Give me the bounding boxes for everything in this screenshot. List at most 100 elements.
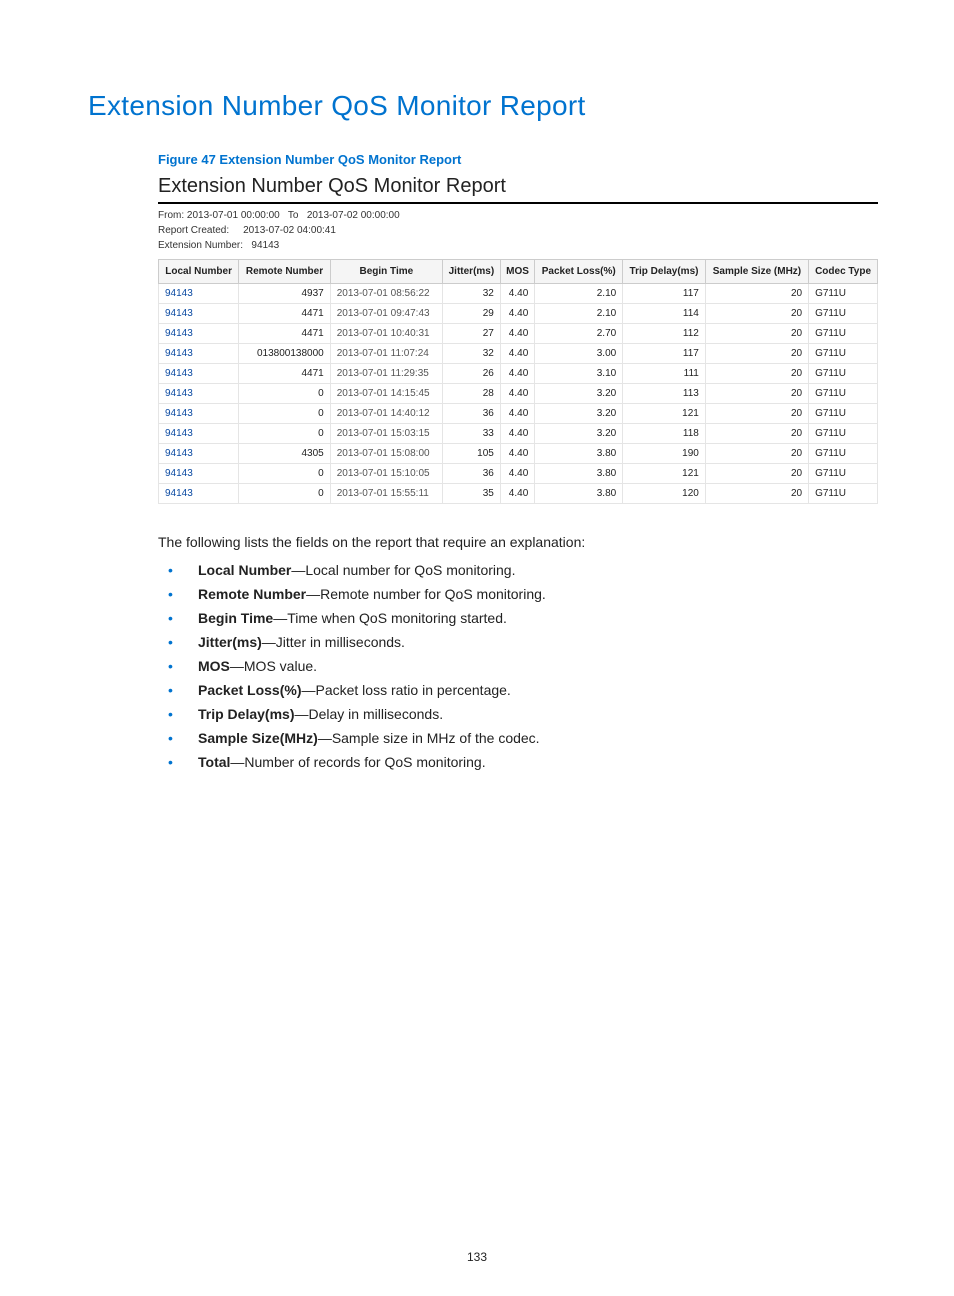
table-cell: 94143	[159, 444, 239, 464]
table-cell: G711U	[809, 304, 878, 324]
table-cell: 112	[623, 324, 706, 344]
created-value: 2013-07-02 04:00:41	[243, 225, 336, 236]
table-cell: 20	[705, 464, 808, 484]
qos-table: Local NumberRemote NumberBegin TimeJitte…	[158, 259, 878, 504]
table-cell: 94143	[159, 284, 239, 304]
table-cell: G711U	[809, 384, 878, 404]
report-meta: From: 2013-07-01 00:00:00 To 2013-07-02 …	[158, 208, 878, 253]
table-cell: 3.20	[535, 424, 623, 444]
table-cell: 2013-07-01 15:10:05	[330, 464, 442, 484]
report-title: Extension Number QoS Monitor Report	[158, 175, 878, 198]
table-cell: G711U	[809, 444, 878, 464]
table-cell: 4.40	[500, 344, 534, 364]
table-cell: 0	[239, 484, 330, 504]
table-cell: 2013-07-01 10:40:31	[330, 324, 442, 344]
table-cell: 4.40	[500, 484, 534, 504]
field-desc: —Jitter in milliseconds.	[262, 634, 405, 650]
table-cell: 4.40	[500, 304, 534, 324]
table-cell: 111	[623, 364, 706, 384]
table-cell: 4.40	[500, 424, 534, 444]
table-cell: 94143	[159, 344, 239, 364]
field-name: Sample Size(MHz)	[198, 730, 318, 746]
table-cell: 4305	[239, 444, 330, 464]
field-name: Begin Time	[198, 610, 273, 626]
field-name: Remote Number	[198, 586, 306, 602]
table-cell: 20	[705, 284, 808, 304]
table-row: 9414349372013-07-01 08:56:22324.402.1011…	[159, 284, 878, 304]
table-cell: 0	[239, 384, 330, 404]
to-label: To	[288, 210, 299, 221]
field-name: Jitter(ms)	[198, 634, 262, 650]
table-cell: 94143	[159, 304, 239, 324]
table-cell: 20	[705, 484, 808, 504]
table-cell: 0	[239, 404, 330, 424]
table-cell: 2013-07-01 14:15:45	[330, 384, 442, 404]
table-cell: 4.40	[500, 384, 534, 404]
ext-value: 94143	[251, 240, 279, 251]
list-item: Total—Number of records for QoS monitori…	[158, 750, 874, 774]
field-name: Local Number	[198, 562, 291, 578]
table-cell: 20	[705, 324, 808, 344]
table-cell: 94143	[159, 424, 239, 444]
table-cell: 4.40	[500, 324, 534, 344]
table-cell: 20	[705, 344, 808, 364]
table-cell: 36	[442, 464, 500, 484]
table-cell: 3.00	[535, 344, 623, 364]
table-cell: G711U	[809, 484, 878, 504]
table-cell: 4.40	[500, 444, 534, 464]
table-cell: 35	[442, 484, 500, 504]
table-cell: 4471	[239, 304, 330, 324]
table-cell: 121	[623, 464, 706, 484]
table-cell: 20	[705, 444, 808, 464]
field-desc: —MOS value.	[230, 658, 317, 674]
list-item: Remote Number—Remote number for QoS moni…	[158, 582, 874, 606]
table-cell: G711U	[809, 464, 878, 484]
table-cell: 2013-07-01 15:55:11	[330, 484, 442, 504]
table-row: 9414344712013-07-01 10:40:31274.402.7011…	[159, 324, 878, 344]
table-cell: 3.20	[535, 384, 623, 404]
table-cell: 2013-07-01 11:07:24	[330, 344, 442, 364]
list-item: Begin Time—Time when QoS monitoring star…	[158, 606, 874, 630]
table-cell: 013800138000	[239, 344, 330, 364]
table-row: 9414302013-07-01 14:15:45284.403.2011320…	[159, 384, 878, 404]
table-cell: 94143	[159, 364, 239, 384]
field-desc: —Number of records for QoS monitoring.	[230, 754, 485, 770]
field-desc: —Packet loss ratio in percentage.	[301, 682, 510, 698]
table-header-cell: Jitter(ms)	[442, 260, 500, 284]
table-cell: 2013-07-01 15:03:15	[330, 424, 442, 444]
table-cell: G711U	[809, 424, 878, 444]
table-row: 9414343052013-07-01 15:08:001054.403.801…	[159, 444, 878, 464]
field-name: Packet Loss(%)	[198, 682, 301, 698]
table-cell: 2013-07-01 09:47:43	[330, 304, 442, 324]
table-cell: 20	[705, 304, 808, 324]
table-cell: 20	[705, 364, 808, 384]
table-cell: 114	[623, 304, 706, 324]
table-cell: 26	[442, 364, 500, 384]
from-value: 2013-07-01 00:00:00	[187, 210, 280, 221]
field-desc: —Sample size in MHz of the codec.	[318, 730, 540, 746]
field-name: Total	[198, 754, 230, 770]
list-item: Local Number—Local number for QoS monito…	[158, 558, 874, 582]
table-row: 9414302013-07-01 15:55:11354.403.8012020…	[159, 484, 878, 504]
table-header-cell: Remote Number	[239, 260, 330, 284]
report-container: Extension Number QoS Monitor Report From…	[158, 175, 878, 504]
table-cell: 4471	[239, 364, 330, 384]
table-cell: 4471	[239, 324, 330, 344]
table-cell: 2.10	[535, 304, 623, 324]
list-item: Packet Loss(%)—Packet loss ratio in perc…	[158, 678, 874, 702]
table-cell: 28	[442, 384, 500, 404]
intro-text: The following lists the fields on the re…	[158, 534, 874, 550]
table-cell: 2.10	[535, 284, 623, 304]
table-cell: 32	[442, 344, 500, 364]
table-cell: 3.20	[535, 404, 623, 424]
table-cell: 0	[239, 424, 330, 444]
created-label: Report Created:	[158, 225, 229, 236]
figure-caption: Figure 47 Extension Number QoS Monitor R…	[158, 152, 874, 167]
table-cell: 2013-07-01 08:56:22	[330, 284, 442, 304]
table-header-cell: Begin Time	[330, 260, 442, 284]
table-header-cell: Packet Loss(%)	[535, 260, 623, 284]
table-cell: 29	[442, 304, 500, 324]
list-item: Jitter(ms)—Jitter in milliseconds.	[158, 630, 874, 654]
table-header-row: Local NumberRemote NumberBegin TimeJitte…	[159, 260, 878, 284]
table-row: 9414344712013-07-01 09:47:43294.402.1011…	[159, 304, 878, 324]
